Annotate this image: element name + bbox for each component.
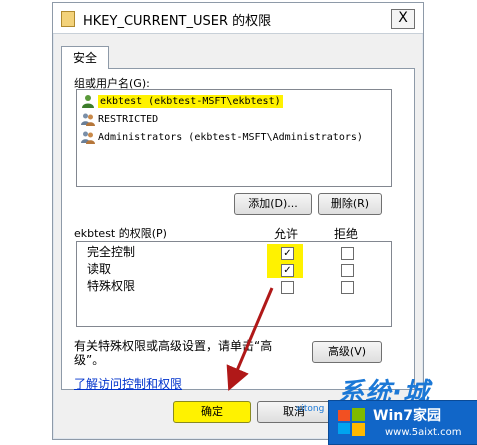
ok-button[interactable]: 确定 [173, 401, 251, 423]
user-label: Administrators (ekbtest-MSFT\Administrat… [98, 132, 363, 143]
add-button[interactable]: 添加(D)... [234, 193, 312, 215]
permission-row-full-control: 完全控制 [87, 245, 136, 259]
tab-security[interactable]: 安全 [61, 46, 109, 69]
advanced-help-text-cont: 级”。 [74, 353, 105, 367]
allow-special-checkbox[interactable] [281, 281, 294, 294]
watermark-badge: Win7家园 www.5aixt.com [328, 400, 477, 445]
access-control-link[interactable]: 了解访问控制和权限 [74, 375, 182, 392]
list-item[interactable]: Administrators (ekbtest-MSFT\Administrat… [81, 130, 363, 146]
list-item[interactable]: RESTRICTED [81, 112, 158, 128]
user-label: ekbtest (ekbtest-MSFT\ekbtest) [98, 95, 283, 108]
watermark-badge-title: Win7家园 [373, 408, 441, 424]
deny-special-checkbox[interactable] [341, 281, 354, 294]
users-listbox[interactable]: ekbtest (ekbtest-MSFT\ekbtest) RESTRICTE… [76, 89, 392, 187]
security-tab-panel: 组或用户名(G): ekbtest (ekbtest-MSFT\ekbtest)… [61, 68, 415, 392]
user-icon [81, 94, 95, 108]
folder-icon [61, 11, 75, 27]
deny-full-control-checkbox[interactable] [341, 247, 354, 260]
allow-header: 允许 [274, 227, 299, 241]
permission-row-special: 特殊权限 [87, 279, 136, 293]
window-title: HKEY_CURRENT_USER 的权限 [83, 14, 272, 29]
close-button[interactable]: X [391, 9, 415, 29]
permissions-list: 完全控制 ✓ 读取 ✓ 特殊权限 [76, 241, 392, 327]
group-icon [81, 130, 95, 144]
group-icon [81, 112, 95, 126]
windows-logo-icon [337, 407, 367, 437]
watermark-small-text: xitong [296, 404, 325, 414]
advanced-button[interactable]: 高级(V) [312, 341, 382, 363]
allow-full-control-checkbox[interactable]: ✓ [281, 247, 294, 260]
deny-header: 拒绝 [334, 227, 359, 241]
permissions-label: ekbtest 的权限(P) [74, 227, 167, 240]
permission-row-read: 读取 [87, 262, 112, 276]
remove-button[interactable]: 删除(R) [318, 193, 382, 215]
list-item[interactable]: ekbtest (ekbtest-MSFT\ekbtest) [81, 94, 283, 110]
allow-read-checkbox[interactable]: ✓ [281, 264, 294, 277]
deny-read-checkbox[interactable] [341, 264, 354, 277]
title-bar: HKEY_CURRENT_USER 的权限 X [53, 3, 423, 34]
user-label: RESTRICTED [98, 114, 159, 125]
watermark-badge-url: www.5aixt.com [385, 427, 462, 438]
